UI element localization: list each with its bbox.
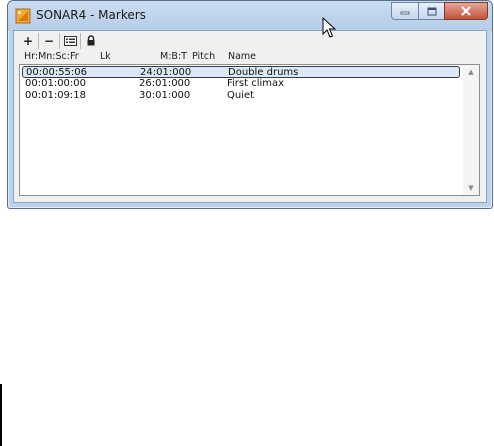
properties-icon bbox=[63, 35, 77, 46]
marker-row[interactable]: 00:01:09:18 30:01:000 Quiet bbox=[22, 90, 460, 102]
marker-time: 00:01:09:18 bbox=[25, 90, 87, 101]
marker-mbt: 26:01:000 bbox=[139, 78, 191, 89]
column-header-lock[interactable]: Lk bbox=[100, 51, 111, 62]
column-header-name[interactable]: Name bbox=[228, 51, 256, 62]
maximize-icon bbox=[427, 7, 436, 15]
markers-panel: + − Hr:Mn:Sc:Fr Lk M:B:T Pitch Name 00:0… bbox=[13, 30, 487, 203]
column-header-pitch[interactable]: Pitch bbox=[192, 51, 215, 62]
minimize-button[interactable] bbox=[391, 2, 418, 20]
marker-properties-button[interactable] bbox=[60, 32, 81, 49]
lock-marker-button[interactable] bbox=[81, 33, 101, 49]
lock-icon bbox=[87, 35, 95, 46]
close-icon bbox=[461, 6, 471, 16]
markers-window: SONAR4 - Markers + − Hr:Mn:Sc:Fr Lk M:B:… bbox=[7, 0, 493, 209]
column-header-time[interactable]: Hr:Mn:Sc:Fr bbox=[24, 51, 79, 62]
title-bar[interactable]: SONAR4 - Markers bbox=[8, 1, 492, 31]
edge-line bbox=[0, 384, 2, 446]
toolbar: + − bbox=[18, 32, 101, 49]
close-button[interactable] bbox=[444, 2, 488, 20]
remove-marker-button[interactable]: − bbox=[39, 32, 60, 49]
column-header-mbt[interactable]: M:B:T bbox=[160, 51, 187, 62]
mouse-cursor-icon bbox=[322, 17, 336, 38]
scroll-up-icon[interactable]: ▲ bbox=[463, 65, 479, 79]
marker-row[interactable]: 00:01:00:00 26:01:000 First climax bbox=[22, 78, 460, 90]
markers-list[interactable]: 00:00:55:06 24:01:000 Double drums 00:01… bbox=[19, 64, 480, 196]
scroll-down-icon[interactable]: ▼ bbox=[463, 181, 479, 195]
marker-time: 00:01:00:00 bbox=[25, 78, 87, 89]
sonar-app-icon bbox=[15, 8, 31, 24]
marker-name: Quiet bbox=[227, 90, 255, 101]
minimize-icon bbox=[400, 11, 410, 15]
window-title: SONAR4 - Markers bbox=[36, 8, 146, 22]
marker-name: First climax bbox=[227, 78, 285, 89]
vertical-scrollbar[interactable]: ▲ ▼ bbox=[463, 65, 479, 195]
maximize-button[interactable] bbox=[418, 2, 444, 20]
column-headers: Hr:Mn:Sc:Fr Lk M:B:T Pitch Name bbox=[14, 49, 486, 63]
marker-mbt: 30:01:000 bbox=[139, 90, 191, 101]
marker-row[interactable]: 00:00:55:06 24:01:000 Double drums bbox=[22, 66, 460, 78]
add-marker-button[interactable]: + bbox=[18, 32, 39, 49]
